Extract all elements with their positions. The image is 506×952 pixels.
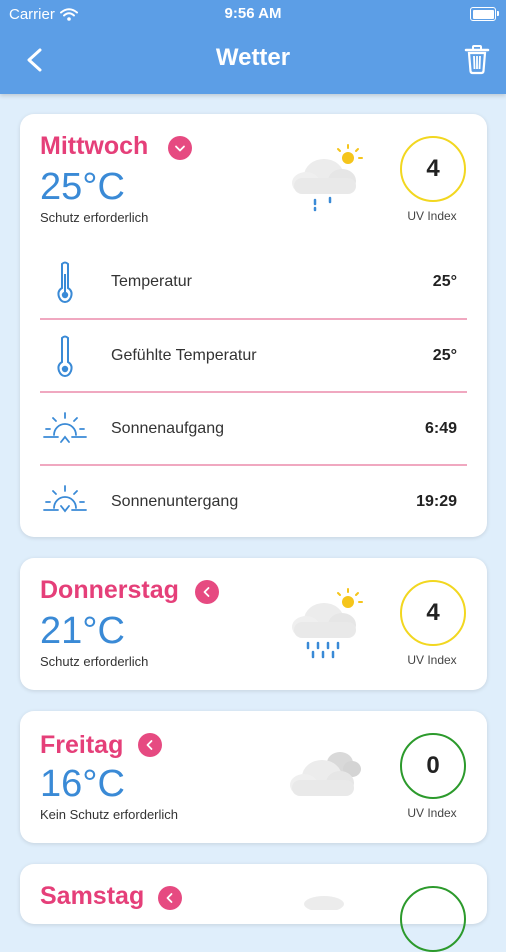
day-name: Mittwoch [40,132,149,160]
sunset-icon [43,485,87,513]
detail-value: 25° [432,347,457,364]
detail-value: 25° [432,273,457,290]
battery-icon [470,7,499,21]
uv-index-badge: 0 [400,733,466,799]
partly-cloudy-drizzle-icon [292,144,363,212]
thermometer-icon [57,261,73,304]
chevron-left-icon [203,587,210,597]
detail-value: 6:49 [424,420,457,437]
uv-index-badge: 4 [400,136,466,202]
detail-label: Sonnenuntergang [111,493,239,510]
day-card-freitag[interactable]: Freitag 16°C Kein Schutz erforderlich 0 … [20,711,487,843]
day-card-donnerstag[interactable]: Donnerstag 21°C Schutz erforderlich 4 UV… [20,558,487,690]
detail-row-sunset: Sonnenuntergang 19:29 [40,466,467,538]
delete-button[interactable] [462,42,492,76]
partly-cloudy-rain-icon [292,588,363,659]
cloud-icon [304,896,344,910]
chevron-left-icon [166,893,173,903]
day-card-mittwoch[interactable]: Mittwoch 25°C Schutz erforderlich 4 UV I… [20,114,487,537]
detail-value: 19:29 [416,493,457,510]
protection-text: Schutz erforderlich [40,210,149,225]
day-name: Samstag [40,882,145,910]
temperature: 16°C [40,763,125,805]
expand-toggle[interactable] [195,580,219,604]
detail-row-feels-like: Gefühlte Temperatur 25° [40,320,467,392]
cloudy-icon [290,752,361,796]
detail-label: Gefühlte Temperatur [111,347,257,364]
protection-text: Kein Schutz erforderlich [40,807,179,822]
thermometer-icon [57,335,73,378]
chevron-down-icon [175,145,185,152]
day-name: Donnerstag [40,576,179,604]
detail-label: Sonnenaufgang [111,420,224,437]
page-title: Wetter [215,44,291,71]
uv-index-label: UV Index [407,209,457,223]
uv-index-badge [400,886,466,952]
detail-row-sunrise: Sonnenaufgang 6:49 [40,393,467,465]
sunrise-icon [43,412,87,443]
chevron-left-icon [146,740,153,750]
protection-text: Schutz erforderlich [40,654,149,669]
status-bar: Carrier 9:56 AM [0,0,506,28]
temperature: 25°C [40,166,125,208]
detail-row-temperature: Temperatur 25° [40,246,467,318]
temperature: 21°C [40,610,125,652]
uv-index-label: UV Index [407,806,457,820]
day-card-samstag[interactable]: Samstag [20,864,487,952]
day-name: Freitag [40,731,124,759]
uv-index-badge: 4 [400,580,466,646]
navigation-header: Carrier 9:56 AM Wetter [0,0,506,94]
trash-icon [464,45,490,75]
expand-toggle[interactable] [158,886,182,910]
status-time: 9:56 AM [224,5,282,22]
detail-label: Temperatur [111,273,192,290]
collapse-toggle[interactable] [168,136,192,160]
expand-toggle[interactable] [138,733,162,757]
uv-index-label: UV Index [407,653,457,667]
